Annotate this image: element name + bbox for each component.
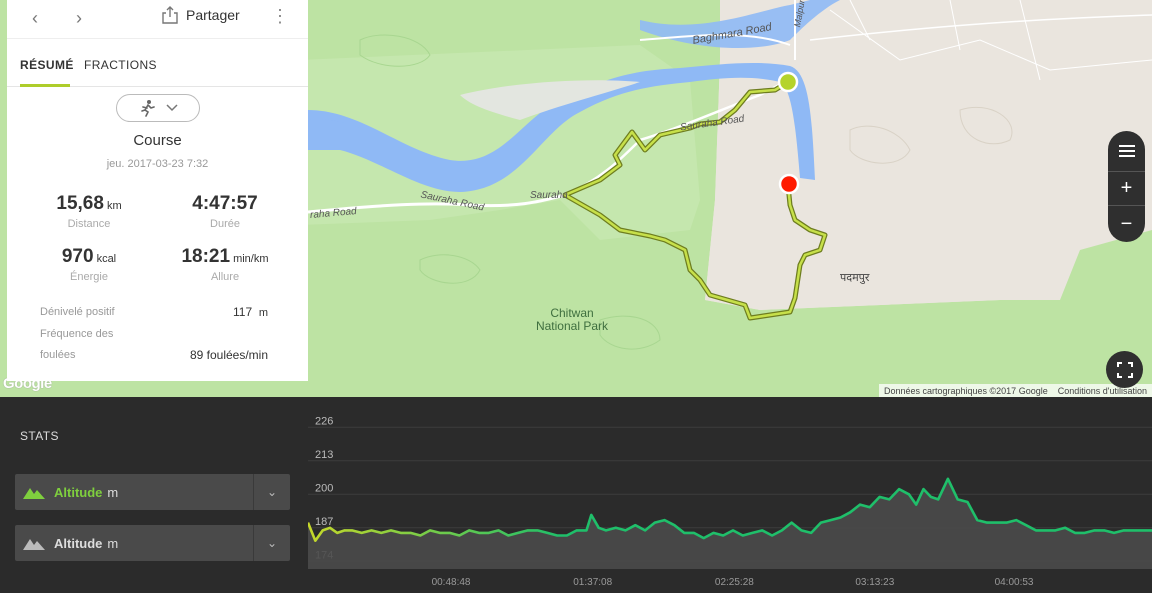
map-terms-link[interactable]: Conditions d'utilisation bbox=[1058, 386, 1147, 396]
cadence-label-line1: Fréquence des bbox=[40, 328, 114, 340]
cadence-label-line2: foulées bbox=[40, 349, 76, 361]
stat-pace: 18:21 min/km Allure bbox=[155, 246, 295, 283]
app-window: Baghmara Road Sauraha Road Sauraha Saura… bbox=[0, 0, 1152, 593]
sport-name: Course bbox=[133, 132, 182, 149]
stat-unit: min/km bbox=[233, 253, 269, 265]
stats-title: STATS bbox=[20, 429, 59, 443]
x-tick-label: 04:00:53 bbox=[995, 577, 1034, 588]
stat-unit: km bbox=[106, 200, 122, 212]
running-icon bbox=[141, 100, 155, 117]
summary-panel: ‹ › Partager ⋮ RÉSUMÉ FRACTIONS Course j… bbox=[7, 0, 308, 381]
primary-metric-dropdown[interactable]: Altitude m ⌄ bbox=[15, 474, 290, 510]
stat-value: 18:21 bbox=[181, 246, 231, 267]
more-options-icon[interactable]: ⋮ bbox=[271, 6, 289, 27]
chevron-down-icon bbox=[166, 104, 178, 112]
map-footer: Données cartographiques ©2017 Google Con… bbox=[878, 384, 1152, 397]
ascent-number: 117 bbox=[233, 305, 253, 319]
x-tick-label: 03:13:23 bbox=[855, 577, 894, 588]
cadence-value: 89 foulées/min bbox=[189, 348, 268, 362]
stat-unit: kcal bbox=[96, 253, 117, 265]
park-label: Chitwan National Park bbox=[532, 307, 612, 333]
next-arrow-icon[interactable]: › bbox=[69, 8, 89, 29]
x-tick-label: 01:37:08 bbox=[573, 577, 612, 588]
stat-label: Durée bbox=[210, 218, 240, 230]
metric-unit: m bbox=[107, 484, 119, 500]
mountain-icon bbox=[23, 539, 45, 550]
altitude-chart[interactable]: 17418720021322600:48:4801:37:0802:25:280… bbox=[308, 397, 1152, 593]
park-label-line2: National Park bbox=[535, 319, 609, 333]
stat-label: Allure bbox=[210, 271, 240, 283]
stat-value: 15,68 bbox=[56, 193, 104, 214]
stat-label: Énergie bbox=[70, 271, 108, 283]
share-button[interactable]: Partager bbox=[162, 6, 240, 24]
stat-distance: 15,68 km Distance bbox=[19, 193, 159, 230]
plus-icon: + bbox=[1120, 177, 1133, 199]
tab-fractions[interactable]: FRACTIONS bbox=[84, 58, 157, 72]
stats-area: STATS Altitude m ⌄ Altitude m ⌄ 17418720… bbox=[0, 397, 1152, 593]
y-tick-label: 187 bbox=[315, 516, 333, 528]
village-label: पदमपुर bbox=[840, 272, 870, 284]
ascent-label: Dénivelé positif bbox=[40, 306, 115, 318]
tab-resume[interactable]: RÉSUMÉ bbox=[20, 58, 74, 72]
x-tick-label: 00:48:48 bbox=[432, 577, 471, 588]
start-marker bbox=[777, 71, 799, 93]
previous-arrow-icon[interactable]: ‹ bbox=[25, 8, 45, 29]
fullscreen-icon bbox=[1116, 361, 1133, 378]
fullscreen-button[interactable] bbox=[1106, 351, 1143, 388]
end-marker bbox=[778, 173, 800, 195]
zoom-in-button[interactable]: + bbox=[1108, 171, 1145, 205]
road-label: Sauraha bbox=[530, 190, 568, 201]
stat-energy: 970 kcal Énergie bbox=[19, 246, 159, 283]
panel-toolbar: ‹ › Partager ⋮ bbox=[7, 0, 308, 38]
mountain-icon bbox=[23, 488, 45, 499]
stat-value: 4:47:57 bbox=[192, 193, 258, 214]
secondary-metric-dropdown[interactable]: Altitude m ⌄ bbox=[15, 525, 290, 561]
share-icon bbox=[162, 6, 178, 24]
metric-unit: m bbox=[107, 535, 119, 551]
x-tick-label: 02:25:28 bbox=[715, 577, 754, 588]
map-layers-button[interactable] bbox=[1108, 131, 1145, 171]
metric-name: Altitude bbox=[54, 484, 103, 500]
tab-bar: RÉSUMÉ FRACTIONS bbox=[7, 38, 308, 87]
chevron-down-icon[interactable]: ⌄ bbox=[253, 525, 290, 561]
zoom-out-button[interactable]: − bbox=[1108, 205, 1145, 242]
activity-date: jeu. 2017-03-23 7:32 bbox=[106, 158, 209, 170]
stat-duration: 4:47:57 Durée bbox=[155, 193, 295, 230]
y-tick-label: 213 bbox=[315, 449, 333, 461]
stat-value: 970 bbox=[61, 246, 94, 267]
ascent-value: 117 m bbox=[233, 305, 268, 319]
map-attribution: Données cartographiques ©2017 Google bbox=[883, 385, 1048, 396]
minus-icon: − bbox=[1120, 212, 1133, 235]
stat-label: Distance bbox=[67, 218, 111, 230]
active-tab-indicator bbox=[20, 84, 70, 87]
ascent-unit: m bbox=[258, 307, 268, 319]
metric-name: Altitude bbox=[54, 535, 103, 551]
menu-icon bbox=[1118, 145, 1135, 157]
activity-type-selector[interactable] bbox=[116, 94, 200, 122]
y-tick-label: 226 bbox=[315, 415, 333, 427]
share-label: Partager bbox=[186, 7, 240, 23]
y-tick-label: 200 bbox=[315, 482, 333, 494]
chevron-down-icon[interactable]: ⌄ bbox=[253, 474, 290, 510]
